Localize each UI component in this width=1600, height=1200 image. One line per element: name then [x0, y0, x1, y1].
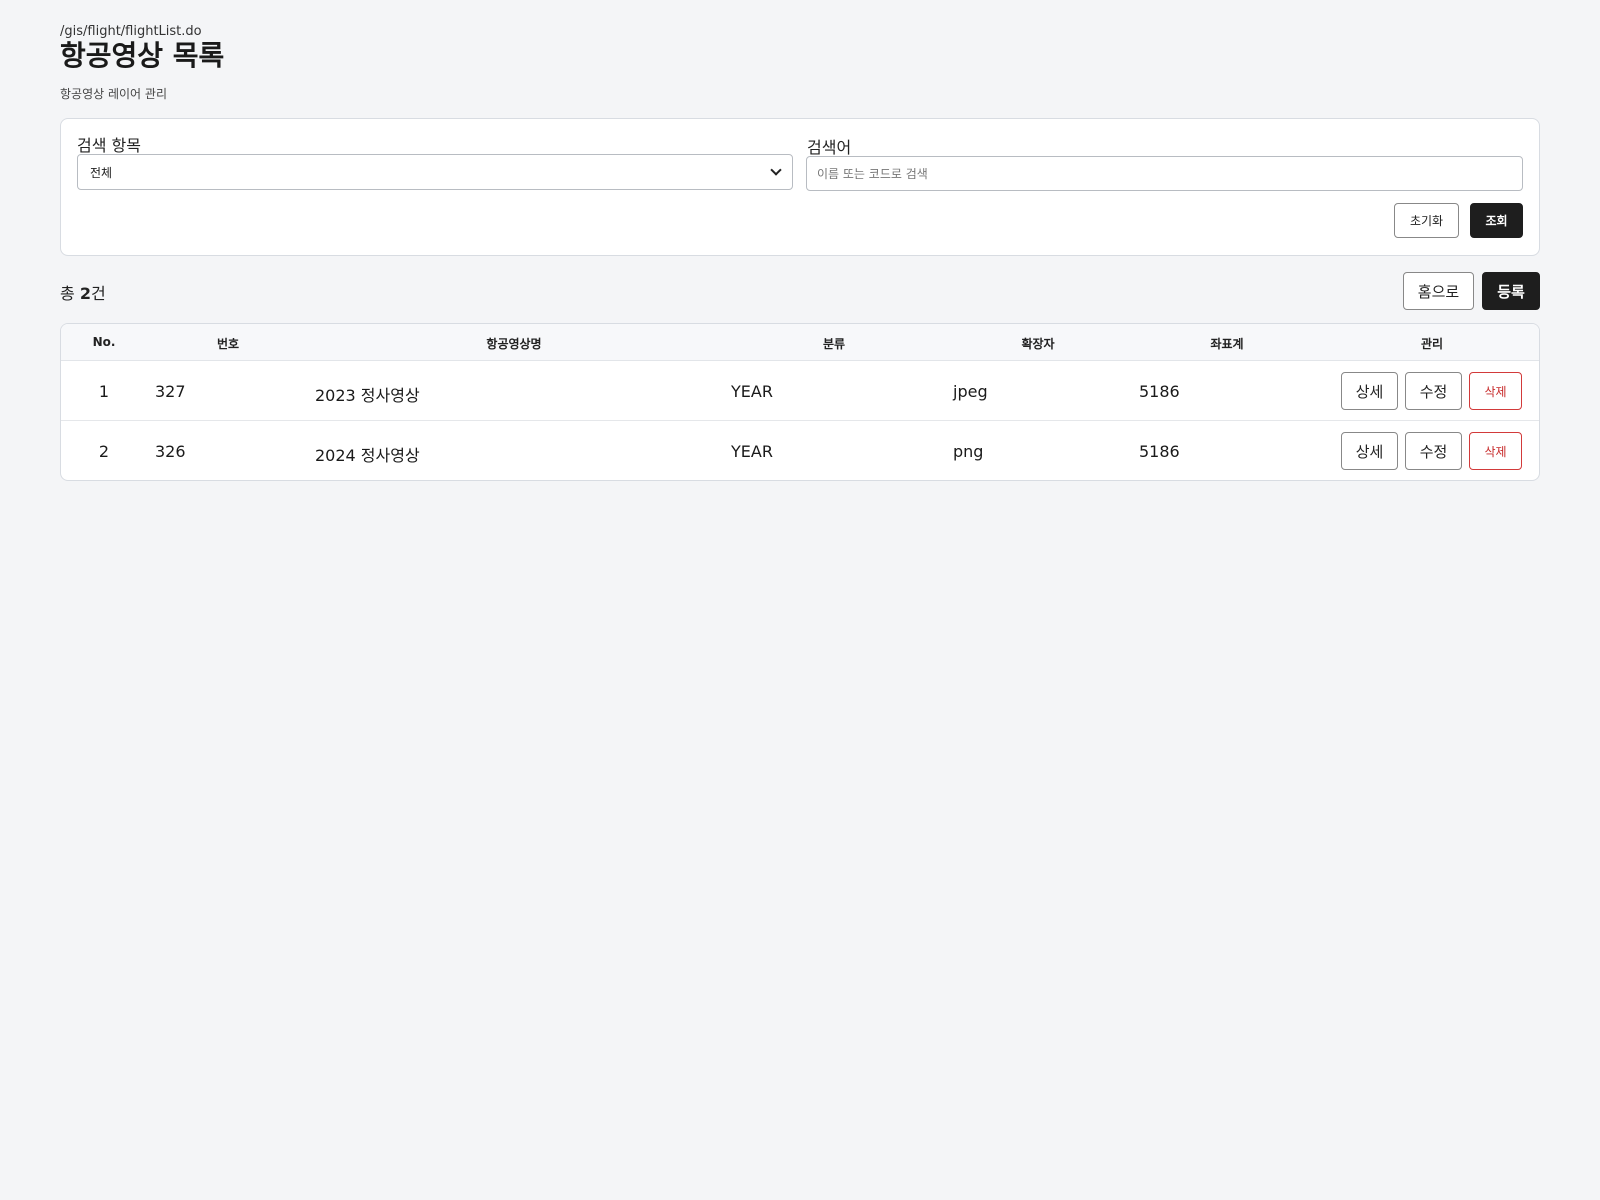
page: /gis/flight/flightList.do 항공영상 목록 항공영상 레…: [0, 0, 1600, 1200]
table-row: 1 327 2023 정사영상 YEAR jpeg 5186 상세 수정 삭제: [61, 361, 1539, 421]
register-button[interactable]: 등록: [1482, 272, 1540, 310]
cell-extension: jpeg: [953, 382, 988, 401]
reset-button[interactable]: 초기화: [1394, 203, 1459, 238]
page-title: 항공영상 목록: [60, 39, 225, 72]
search-panel: 검색 항목 전체 검색어 초기화 조회: [60, 118, 1540, 256]
column-extension: 확장자: [1021, 337, 1055, 351]
column-category: 분류: [822, 337, 846, 351]
total-suffix: 건: [90, 284, 106, 303]
column-crs: 좌표계: [1210, 337, 1244, 351]
keyword-label: 검색어: [807, 138, 852, 157]
table-row: 2 326 2024 정사영상 YEAR png 5186 상세 수정 삭제: [61, 421, 1539, 480]
flight-table: No. 번호 항공영상명 분류 확장자 좌표계 관리 1 327 2023 정사…: [60, 323, 1540, 481]
delete-button[interactable]: 삭제: [1469, 372, 1522, 410]
search-field-select[interactable]: 전체: [77, 154, 793, 190]
search-field-value: 전체: [90, 165, 113, 180]
column-manage: 관리: [1420, 337, 1444, 351]
detail-button[interactable]: 상세: [1341, 372, 1398, 410]
delete-button[interactable]: 삭제: [1469, 432, 1522, 470]
edit-button[interactable]: 수정: [1405, 372, 1462, 410]
cell-name: 2024 정사영상: [315, 446, 420, 465]
search-input[interactable]: [806, 156, 1523, 191]
edit-button[interactable]: 수정: [1405, 432, 1462, 470]
cell-crs: 5186: [1139, 442, 1180, 461]
page-subtitle: 항공영상 레이어 관리: [60, 87, 167, 101]
cell-id: 327: [155, 382, 186, 401]
total-count: 총 2건: [60, 280, 106, 304]
cell-extension: png: [953, 442, 984, 461]
chevron-down-icon: [770, 164, 782, 176]
search-button[interactable]: 조회: [1470, 203, 1523, 238]
cell-category: YEAR: [731, 382, 773, 401]
column-name: 항공영상명: [486, 337, 542, 351]
cell-id: 326: [155, 442, 186, 461]
cell-crs: 5186: [1139, 382, 1180, 401]
detail-button[interactable]: 상세: [1341, 432, 1398, 470]
cell-category: YEAR: [731, 442, 773, 461]
cell-no: 1: [98, 382, 110, 401]
home-button[interactable]: 홈으로: [1403, 272, 1474, 310]
total-prefix: 총: [60, 284, 80, 303]
cell-name: 2023 정사영상: [315, 386, 420, 405]
cell-no: 2: [98, 442, 110, 461]
column-no: No.: [92, 335, 116, 349]
total-number: 2: [79, 284, 91, 303]
search-field-label: 검색 항목: [77, 136, 141, 155]
column-id: 번호: [216, 337, 240, 351]
table-header: No. 번호 항공영상명 분류 확장자 좌표계 관리: [61, 324, 1539, 361]
